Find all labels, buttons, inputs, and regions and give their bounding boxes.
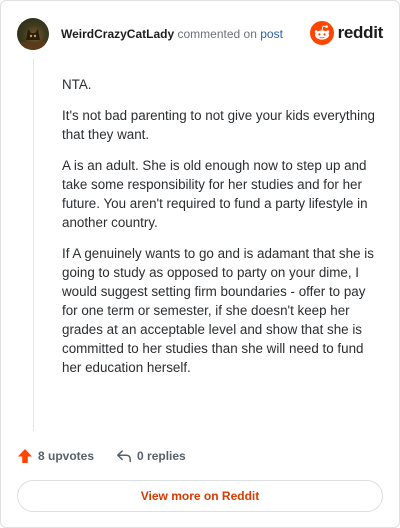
reply-button[interactable]: 0 replies	[116, 448, 186, 464]
cat-avatar-icon	[21, 29, 45, 50]
view-more-on-reddit-button[interactable]: View more on Reddit	[17, 480, 383, 512]
comment-paragraph: It's not bad parenting to not give your …	[62, 108, 375, 142]
comment-paragraph: If A genuinely wants to go and is adaman…	[62, 246, 374, 375]
comment-byline: WeirdCrazyCatLady commented on post	[61, 27, 283, 41]
reply-count: 0 replies	[137, 449, 186, 463]
upvote-count: 8 upvotes	[38, 449, 95, 463]
upvote-button[interactable]: 8 upvotes	[17, 448, 94, 464]
comment-paragraph: A is an adult. She is old enough now to …	[62, 158, 368, 230]
comment-username[interactable]: WeirdCrazyCatLady	[61, 27, 174, 41]
comment-paragraph: NTA.	[62, 77, 92, 92]
post-link[interactable]: post	[260, 27, 283, 41]
user-avatar[interactable]	[17, 18, 49, 50]
upvote-arrow-icon	[18, 449, 32, 463]
comment-body: NTA. It's not bad parenting to not give …	[62, 75, 380, 389]
reddit-logo-text: reddit	[337, 23, 384, 42]
commented-on-text: commented on	[177, 27, 257, 41]
comment-header: WeirdCrazyCatLady commented on post redd…	[17, 17, 383, 51]
reddit-logo[interactable]: reddit	[309, 21, 384, 45]
comment-actions: 8 upvotes 0 replies	[17, 445, 186, 467]
reply-arrow-icon	[117, 450, 131, 463]
embedded-comment-card: WeirdCrazyCatLady commented on post redd…	[0, 0, 400, 528]
thread-line	[33, 59, 34, 431]
reddit-snoo-icon	[309, 21, 334, 45]
